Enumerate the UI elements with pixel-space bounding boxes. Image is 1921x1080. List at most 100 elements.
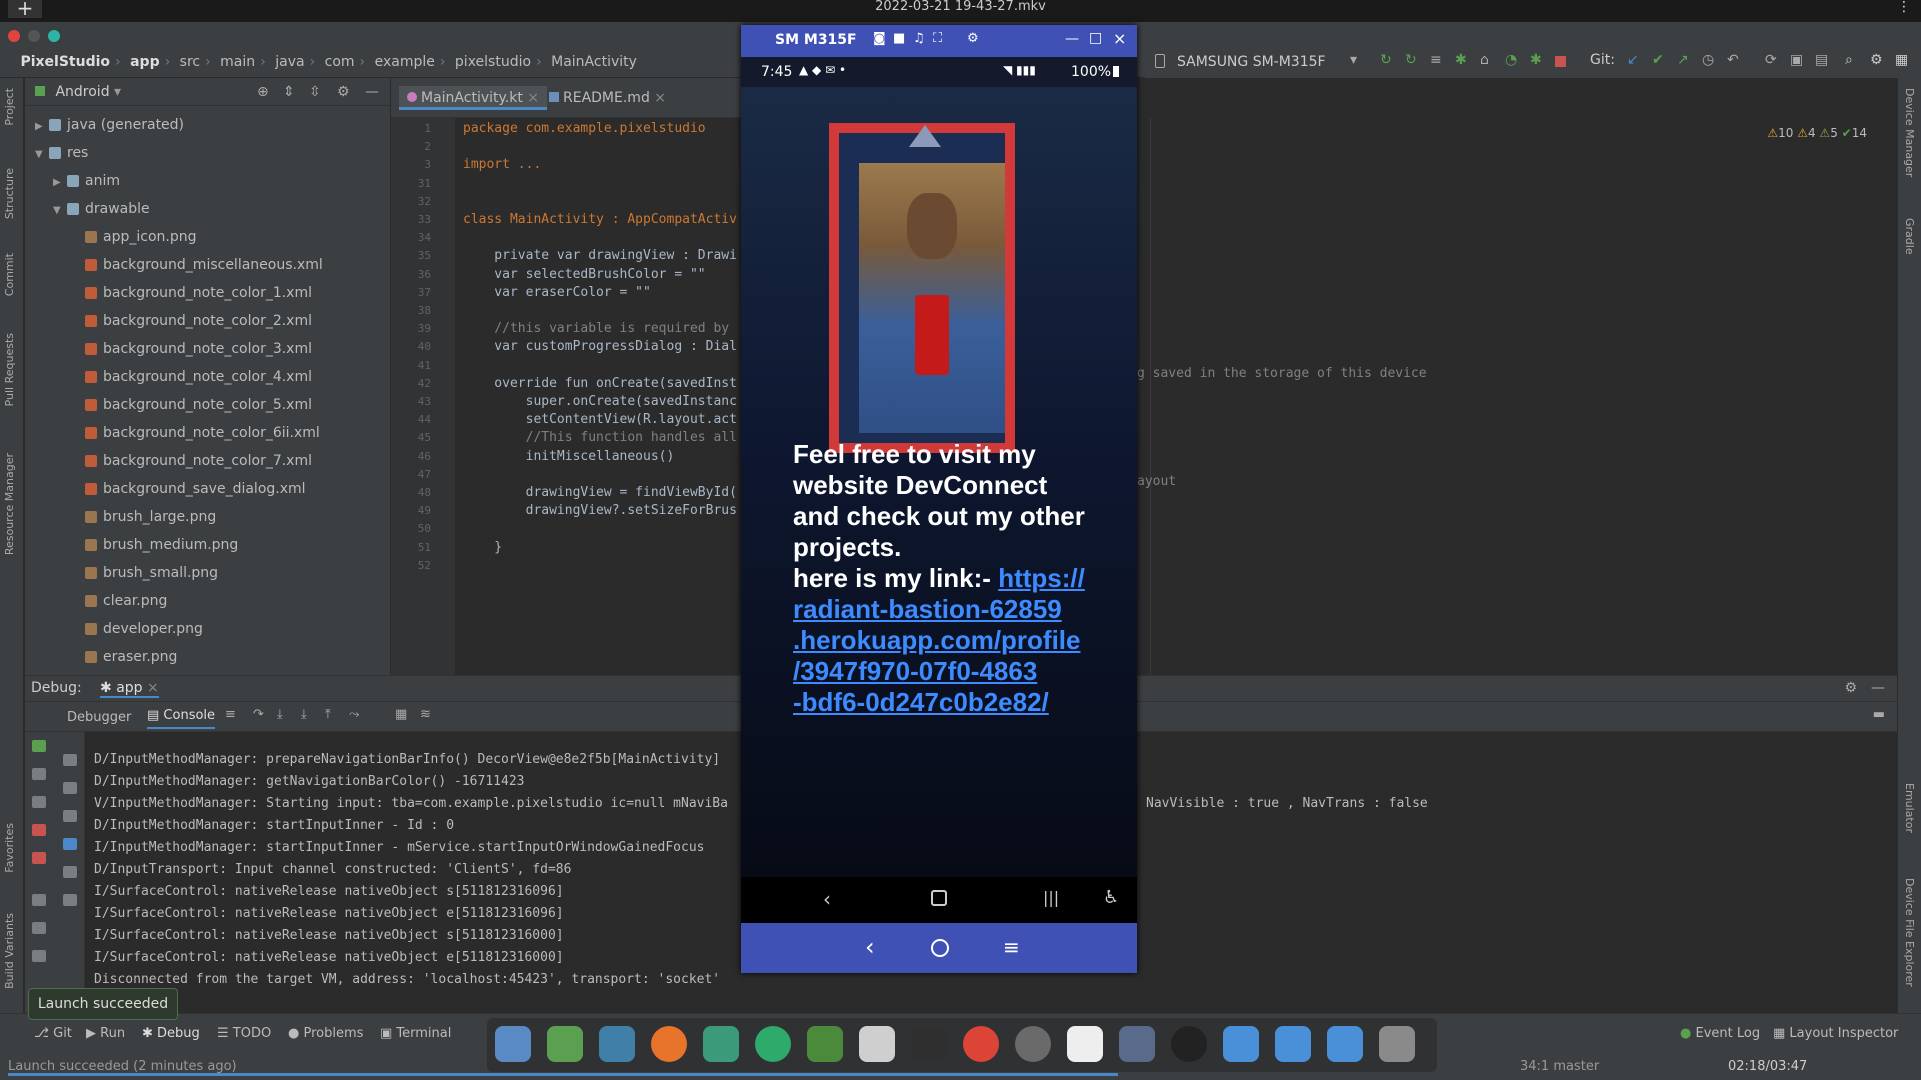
- sound-icon[interactable]: [1015, 1026, 1051, 1062]
- evaluate-icon[interactable]: ▦: [395, 707, 407, 722]
- tool-tab-commit[interactable]: Commit: [3, 253, 16, 296]
- git-update-icon[interactable]: ↙: [1627, 52, 1639, 68]
- resume-icon[interactable]: [32, 740, 46, 752]
- tab-debugger[interactable]: Debugger: [67, 710, 131, 725]
- app-grid-icon[interactable]: [495, 1026, 531, 1062]
- archive-icon[interactable]: [859, 1026, 895, 1062]
- breadcrumb-class[interactable]: MainActivity: [551, 54, 637, 70]
- tool-tab-gradle[interactable]: Gradle: [1903, 218, 1916, 255]
- profile-link[interactable]: -bdf6-0d247c0b2e82/: [793, 687, 1093, 718]
- record-icon[interactable]: ■: [893, 31, 905, 46]
- chevron-right-icon[interactable]: ▶: [53, 171, 67, 195]
- obs-icon[interactable]: [1171, 1026, 1207, 1062]
- downloads-folder-icon[interactable]: [1275, 1026, 1311, 1062]
- breadcrumb-app[interactable]: app: [130, 54, 160, 70]
- fullscreen-icon[interactable]: ⛶: [933, 31, 942, 46]
- tree-item[interactable]: background_note_color_7.xml: [71, 449, 312, 473]
- chevron-right-icon[interactable]: ▶: [35, 115, 49, 139]
- tool-tab-git[interactable]: ⎇ Git: [34, 1026, 72, 1041]
- profile-link[interactable]: /3947f970-07f0-4863: [793, 656, 1093, 687]
- tab-mainactivity[interactable]: MainActivity.kt ×: [399, 86, 548, 110]
- trace-icon[interactable]: ≋: [420, 707, 431, 722]
- home-icon[interactable]: [931, 890, 947, 906]
- tool-tab-project[interactable]: Project: [3, 88, 16, 126]
- tree-item[interactable]: background_note_color_4.xml: [71, 365, 312, 389]
- search-icon[interactable]: ⌕: [1845, 52, 1853, 68]
- chevron-down-icon[interactable]: ▾: [114, 84, 121, 100]
- files-app-icon[interactable]: [547, 1026, 583, 1062]
- stop-icon[interactable]: [1555, 56, 1566, 67]
- chrome-icon[interactable]: [963, 1026, 999, 1062]
- chevron-down-icon[interactable]: ▼: [53, 199, 67, 223]
- tree-item[interactable]: background_save_dialog.xml: [71, 477, 306, 501]
- run-to-cursor-icon[interactable]: ⤳: [349, 707, 359, 722]
- menu-icon[interactable]: ⋮: [1897, 0, 1911, 14]
- tree-item[interactable]: background_note_color_3.xml: [71, 337, 312, 361]
- tool-tab-todo[interactable]: ☰ TODO: [217, 1026, 271, 1041]
- rollback-icon[interactable]: ↶: [1727, 52, 1739, 68]
- close-window-icon[interactable]: [8, 30, 20, 42]
- android-file-transfer-icon[interactable]: [1067, 1026, 1103, 1062]
- pause-icon[interactable]: [32, 768, 46, 780]
- tree-item[interactable]: background_note_color_2.xml: [71, 309, 312, 333]
- tool-tab-terminal[interactable]: ▣ Terminal: [380, 1026, 451, 1041]
- minimize-icon[interactable]: —: [1065, 31, 1079, 47]
- step-over-icon[interactable]: ↷: [253, 707, 264, 722]
- step-into-icon[interactable]: ⤓: [277, 707, 283, 722]
- debug-session-tab[interactable]: ✱ app ×: [100, 680, 159, 698]
- maximize-window-icon[interactable]: [48, 30, 60, 42]
- print-icon[interactable]: [63, 866, 77, 878]
- screenshot-icon[interactable]: ◙: [873, 31, 886, 46]
- tab-readme[interactable]: README.md ×: [541, 86, 674, 110]
- profile-link[interactable]: radiant-bastion-62859: [793, 594, 1093, 625]
- up-icon[interactable]: [63, 754, 77, 766]
- tree-item[interactable]: background_note_color_6ii.xml: [71, 421, 320, 445]
- trash-icon[interactable]: [1379, 1026, 1415, 1062]
- tab-console[interactable]: ▤ Console: [147, 708, 216, 729]
- maximize-icon[interactable]: □: [1089, 30, 1102, 46]
- code-editor[interactable]: 1 package com.example.pixelstudio 2 3 import…: [391, 118, 741, 675]
- breadcrumb-project[interactable]: PixelStudio: [20, 54, 110, 70]
- close-icon[interactable]: ×: [654, 90, 666, 106]
- tool-tab-pull-requests[interactable]: Pull Requests: [3, 333, 16, 406]
- step-out-icon[interactable]: ⤒: [325, 707, 331, 722]
- scroll-to-end-icon[interactable]: [63, 838, 77, 850]
- tool-tab-debug[interactable]: ✱ Debug: [142, 1026, 200, 1041]
- nvidia-icon[interactable]: [807, 1026, 843, 1062]
- hide-icon[interactable]: —: [1871, 680, 1885, 696]
- tree-item[interactable]: background_note_color_5.xml: [71, 393, 312, 417]
- close-icon[interactable]: ×: [527, 90, 539, 106]
- wrap-icon[interactable]: [63, 810, 77, 822]
- close-icon[interactable]: ×: [147, 680, 159, 696]
- hide-icon[interactable]: —: [365, 78, 379, 106]
- terminal-icon[interactable]: [911, 1026, 947, 1062]
- caret-position[interactable]: 34:1 master: [1520, 1059, 1599, 1074]
- tool-tab-event-log[interactable]: ● Event Log: [1680, 1026, 1760, 1041]
- add-icon[interactable]: +: [8, 0, 42, 18]
- git-push-icon[interactable]: ↗: [1677, 52, 1689, 68]
- attach-debugger-icon[interactable]: ✱: [1530, 52, 1542, 68]
- back-icon[interactable]: ‹: [823, 887, 831, 911]
- tree-item[interactable]: ▼ res: [35, 141, 88, 165]
- sdk-manager-icon[interactable]: ▤: [1815, 52, 1828, 68]
- list-icon[interactable]: ≡: [225, 707, 236, 722]
- tree-item[interactable]: developer.png: [71, 617, 203, 641]
- tree-item[interactable]: app_icon.png: [71, 225, 196, 249]
- layout-icon[interactable]: ▬: [1873, 707, 1885, 722]
- sync-icon[interactable]: ⟳: [1765, 52, 1777, 68]
- playback-progress[interactable]: [8, 1073, 1118, 1076]
- firefox-icon[interactable]: [651, 1026, 687, 1062]
- tool-tab-resource-manager[interactable]: Resource Manager: [3, 453, 16, 555]
- recents-icon[interactable]: |||: [1043, 888, 1059, 907]
- expand-all-icon[interactable]: ⇕: [283, 78, 295, 106]
- tool-tab-device-file-explorer[interactable]: Device File Explorer: [1903, 878, 1916, 987]
- profile-link[interactable]: https://: [998, 563, 1085, 593]
- layout-icon[interactable]: ▦: [1895, 52, 1908, 68]
- chevron-down-icon[interactable]: ▾: [1350, 52, 1357, 68]
- audio-icon[interactable]: ♫: [913, 31, 925, 46]
- collapse-all-icon[interactable]: ⇳: [309, 78, 321, 106]
- tree-item[interactable]: brush_medium.png: [71, 533, 238, 557]
- tool-tab-layout-inspector[interactable]: ▦ Layout Inspector: [1773, 1026, 1898, 1041]
- device-selector[interactable]: SAMSUNG SM-M315F: [1177, 54, 1326, 70]
- android-studio-icon[interactable]: [599, 1026, 635, 1062]
